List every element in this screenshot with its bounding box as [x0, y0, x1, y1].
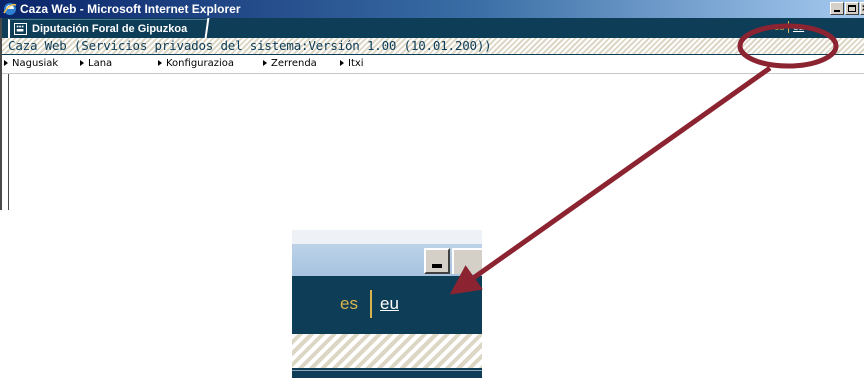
menu-item-label: Zerrenda [271, 58, 317, 69]
triangle-right-icon [4, 60, 8, 66]
minimize-button[interactable] [830, 2, 844, 15]
zoom-maximize-button [452, 248, 482, 274]
zoom-minimize-button [424, 248, 450, 274]
zoom-language-separator [370, 290, 372, 318]
org-name: Diputación Foral de Gipuzkoa [32, 23, 188, 35]
triangle-right-icon [80, 60, 84, 66]
zoom-top-strip [292, 230, 482, 244]
maximize-icon [848, 5, 856, 12]
ie-icon [3, 3, 17, 15]
menu-item-label: Itxi [348, 58, 364, 69]
zoom-language-es: es [340, 294, 358, 313]
maximize-button[interactable] [845, 2, 859, 15]
minimize-icon [834, 10, 840, 12]
title-bar[interactable]: Caza Web - Microsoft Internet Explorer × [0, 0, 864, 18]
language-separator [788, 21, 789, 33]
menu-item-itxi[interactable]: Itxi [340, 56, 364, 72]
language-es-link[interactable]: es [774, 22, 785, 33]
window-left-border [0, 18, 2, 210]
menu-item-label: Lana [88, 58, 113, 69]
menu-item-lana[interactable]: Lana [80, 56, 112, 72]
zoom-language-eu: eu [380, 294, 399, 313]
zoom-hatched-band [292, 334, 482, 368]
org-tab: Diputación Foral de Gipuzkoa [8, 19, 216, 39]
close-button[interactable]: × [860, 2, 864, 15]
triangle-right-icon [340, 60, 344, 66]
menu-divider [0, 73, 864, 74]
triangle-right-icon [263, 60, 267, 66]
language-eu-link[interactable]: eu [793, 22, 804, 33]
menu-item-nagusiak[interactable]: Nagusiak [4, 56, 58, 72]
menu-bar: Nagusiak Lana Konfigurazioa Zerrenda Itx… [0, 56, 864, 72]
window-title: Caza Web - Microsoft Internet Explorer [20, 2, 241, 16]
menu-item-label: Konfigurazioa [166, 58, 235, 69]
zoom-bottom-line [292, 370, 482, 371]
zoom-inset: es eu [292, 230, 482, 378]
menu-item-zerrenda[interactable]: Zerrenda [263, 56, 317, 72]
app-title-divider [0, 54, 864, 55]
triangle-right-icon [158, 60, 162, 66]
dfg-logo-icon [14, 23, 27, 35]
header-bar: Diputación Foral de Gipuzkoa [0, 18, 864, 39]
app-title: Caza Web (Servicios privados del sistema… [8, 38, 492, 53]
menu-item-label: Nagusiak [12, 58, 59, 69]
browser-window: Caza Web - Microsoft Internet Explorer ×… [0, 0, 864, 210]
menu-item-konfigurazioa[interactable]: Konfigurazioa [158, 56, 234, 72]
app-title-bar: Caza Web (Servicios privados del sistema… [0, 38, 864, 54]
content-left-border [8, 74, 9, 210]
minimize-icon [432, 264, 442, 268]
